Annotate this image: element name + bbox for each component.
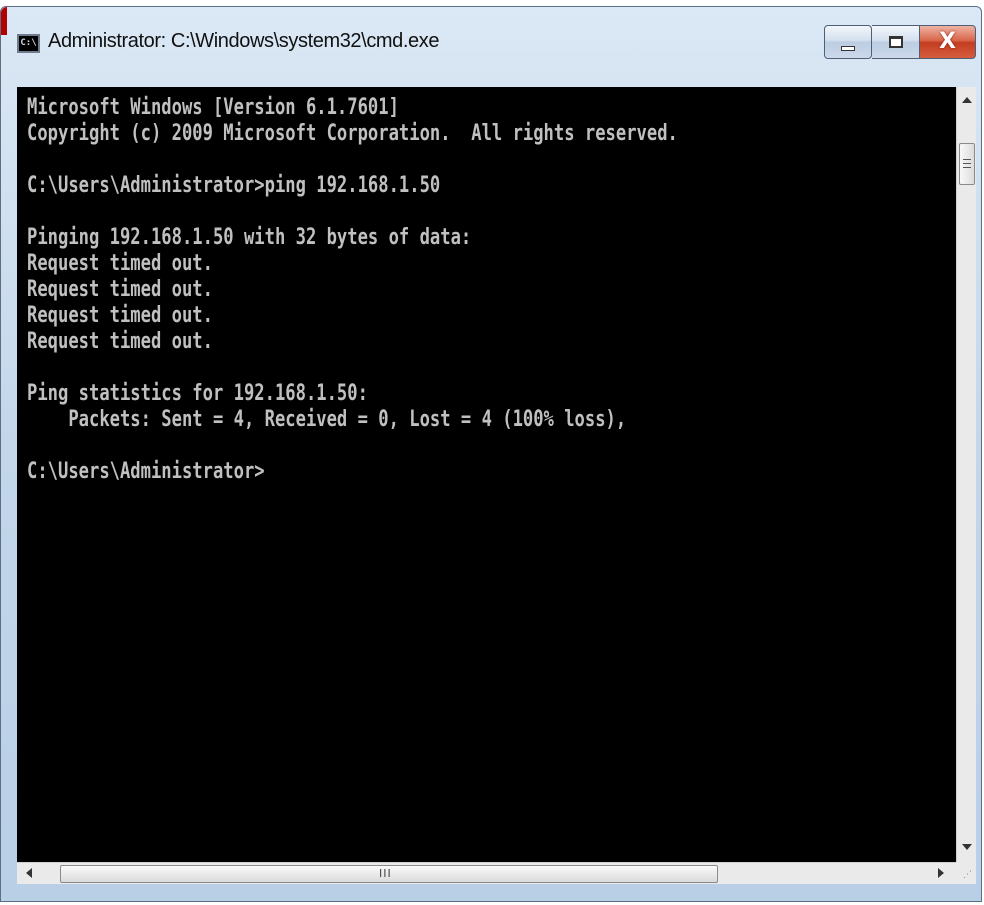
horizontal-scroll-thumb[interactable]: III <box>60 865 718 883</box>
scroll-down-arrow-icon[interactable] <box>962 844 972 850</box>
console-line: Request timed out. <box>27 277 213 302</box>
maximize-button[interactable] <box>872 25 920 59</box>
console-line: Request timed out. <box>27 329 213 354</box>
console-line: Ping statistics for 192.168.1.50: <box>27 381 368 406</box>
scroll-left-arrow-icon[interactable] <box>26 868 32 878</box>
console-line: Request timed out. <box>27 303 213 328</box>
console-line: Pinging 192.168.1.50 with 32 bytes of da… <box>27 225 472 250</box>
console-output[interactable]: Microsoft Windows [Version 6.1.7601] Copy… <box>17 87 956 862</box>
minimize-button[interactable] <box>824 25 872 59</box>
title-bar[interactable]: C:\ Administrator: C:\Windows\system32\c… <box>1 7 981 81</box>
grip-line <box>963 163 971 164</box>
cmd-window: C:\ Administrator: C:\Windows\system32\c… <box>0 6 982 902</box>
console-line: Microsoft Windows [Version 6.1.7601] <box>27 95 399 120</box>
horizontal-scrollbar[interactable]: III <box>17 862 956 884</box>
vertical-scroll-thumb[interactable] <box>959 143 975 185</box>
grip-line <box>963 159 971 160</box>
close-icon: X <box>939 29 956 54</box>
console-line: Copyright (c) 2009 Microsoft Corporation… <box>27 121 678 146</box>
grip-line <box>963 167 971 168</box>
close-button[interactable]: X <box>920 25 976 59</box>
vertical-scrollbar[interactable] <box>956 87 976 862</box>
console-line: C:\Users\Administrator>ping 192.168.1.50 <box>27 173 441 198</box>
scroll-up-arrow-icon[interactable] <box>962 97 972 103</box>
console-line: C:\Users\Administrator> <box>27 459 265 484</box>
minimize-icon <box>841 45 855 51</box>
cmd-app-icon[interactable]: C:\ <box>17 34 40 53</box>
scroll-right-arrow-icon[interactable] <box>938 868 944 878</box>
grip-icon: III <box>379 867 392 880</box>
resize-grip-icon[interactable]: ⋰ <box>956 862 976 884</box>
window-title: Administrator: C:\Windows\system32\cmd.e… <box>48 30 440 52</box>
maximize-icon <box>888 36 903 48</box>
console-line: Request timed out. <box>27 251 213 276</box>
console-line: Packets: Sent = 4, Received = 0, Lost = … <box>27 407 627 432</box>
